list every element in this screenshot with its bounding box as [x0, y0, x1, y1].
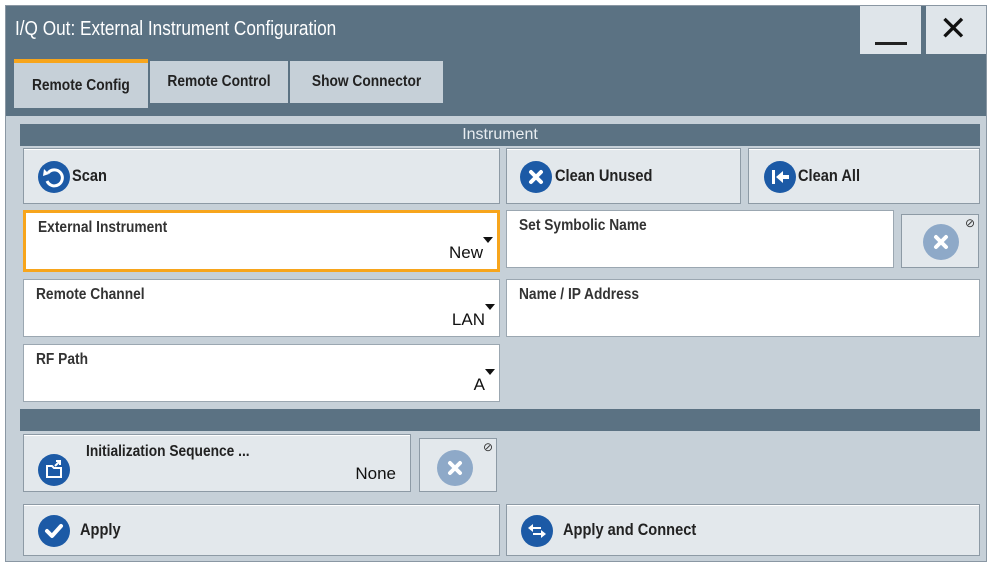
bidirectional-arrows-icon: [521, 515, 553, 547]
rf-path-value: A: [473, 375, 485, 394]
x-circle-icon: [520, 161, 552, 193]
dropdown-caret-icon: [483, 237, 493, 243]
rf-path-select[interactable]: RF Path A: [23, 344, 500, 402]
initialization-sequence-button[interactable]: Initialization Sequence ... None: [23, 434, 411, 492]
tab-remote-config[interactable]: Remote Config: [14, 59, 148, 108]
close-icon: ✕: [939, 9, 968, 49]
clean-unused-button[interactable]: Clean Unused: [506, 148, 741, 204]
rf-path-label: RF Path: [36, 351, 88, 368]
apply-button[interactable]: Apply: [23, 504, 500, 556]
remote-channel-label: Remote Channel: [36, 286, 145, 303]
disabled-indicator-icon: ⊘: [964, 216, 975, 230]
clear-initialization-sequence-button[interactable]: ⊘: [419, 438, 497, 492]
checkmark-icon: [38, 515, 70, 547]
tab-show-connector[interactable]: Show Connector: [290, 61, 443, 103]
clean-unused-label: Clean Unused: [555, 166, 653, 185]
x-circle-icon: [923, 224, 959, 260]
folder-open-icon: [38, 454, 70, 486]
symbolic-name-input[interactable]: Set Symbolic Name: [506, 210, 894, 268]
remote-config-panel: Instrument Scan Clean Unused Clean All E…: [6, 116, 986, 561]
x-circle-icon: [437, 450, 473, 486]
scan-label: Scan: [72, 166, 107, 185]
dropdown-caret-icon: [485, 304, 495, 310]
initialization-sequence-label: Initialization Sequence ...: [86, 443, 250, 460]
refresh-icon: [38, 161, 70, 193]
title-bar: I/Q Out: External Instrument Configurati…: [6, 6, 986, 54]
external-instrument-select[interactable]: External Instrument New: [23, 210, 500, 272]
ip-address-input[interactable]: Name / IP Address: [506, 279, 980, 337]
close-button[interactable]: ✕: [925, 6, 986, 54]
external-instrument-dialog: I/Q Out: External Instrument Configurati…: [5, 5, 987, 562]
clear-symbolic-name-button[interactable]: ⊘: [901, 214, 979, 268]
external-instrument-label: External Instrument: [38, 219, 168, 236]
tab-remote-control[interactable]: Remote Control: [150, 61, 288, 103]
apply-and-connect-label: Apply and Connect: [563, 520, 697, 539]
arrow-to-left-icon: [764, 161, 796, 193]
section-header-initialization: [20, 409, 980, 431]
dropdown-caret-icon: [485, 369, 495, 375]
clean-all-label: Clean All: [798, 166, 861, 185]
ip-address-label: Name / IP Address: [519, 286, 640, 303]
section-header-instrument: Instrument: [20, 124, 980, 146]
external-instrument-value: New: [448, 243, 483, 262]
apply-and-connect-button[interactable]: Apply and Connect: [506, 504, 980, 556]
initialization-sequence-value: None: [355, 464, 396, 483]
window-title: I/Q Out: External Instrument Configurati…: [15, 18, 337, 40]
clean-all-button[interactable]: Clean All: [748, 148, 980, 204]
symbolic-name-label: Set Symbolic Name: [519, 217, 647, 234]
remote-channel-select[interactable]: Remote Channel LAN: [23, 279, 500, 337]
apply-label: Apply: [80, 520, 121, 539]
remote-channel-value: LAN: [451, 310, 485, 329]
disabled-indicator-icon: ⊘: [482, 440, 493, 454]
minimize-button[interactable]: [859, 6, 921, 54]
tab-bar: Remote Config Remote Control Show Connec…: [6, 54, 986, 116]
scan-button[interactable]: Scan: [23, 148, 500, 204]
minimize-icon: [875, 42, 907, 45]
